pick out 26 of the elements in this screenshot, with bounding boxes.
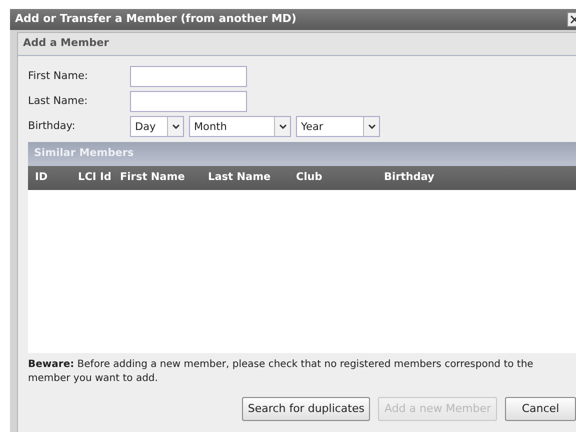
text-field[interactable] [130, 66, 247, 87]
text-field[interactable] [130, 91, 247, 112]
column-header[interactable]: Club [296, 170, 384, 186]
column-header[interactable]: First Name [120, 170, 208, 186]
chevron-down-icon [278, 124, 286, 129]
field-label: Birthday: [28, 118, 76, 134]
dropdown[interactable]: Month [189, 116, 291, 137]
dropdown-value: Day [134, 120, 156, 135]
chevron-down-icon [368, 124, 376, 129]
field-label: Last Name: [28, 94, 89, 109]
panel-title: Add a Member [23, 36, 109, 52]
dialog-button[interactable]: Search for duplicates [242, 397, 370, 421]
dialog-button[interactable]: Cancel [505, 397, 576, 421]
chevron-down-icon [172, 124, 180, 129]
warning-text: Beware: Before adding a new member, please check that no registered members correspond to the member you want to add. [28, 358, 534, 386]
window-title: Add or Transfer a Member (from another MD) [15, 11, 296, 28]
dropdown-value: Month [193, 120, 227, 135]
column-header[interactable]: Birthday [384, 170, 464, 186]
column-header[interactable]: LCI Id [78, 170, 120, 186]
dropdown[interactable]: Year [296, 116, 380, 137]
column-header[interactable]: Last Name [208, 170, 296, 186]
grid-title: Similar Members [34, 146, 134, 162]
column-header[interactable]: ID [35, 170, 78, 186]
dropdown[interactable]: Day [130, 116, 184, 137]
dropdown-value: Year [300, 120, 324, 135]
field-label: First Name: [28, 68, 89, 84]
